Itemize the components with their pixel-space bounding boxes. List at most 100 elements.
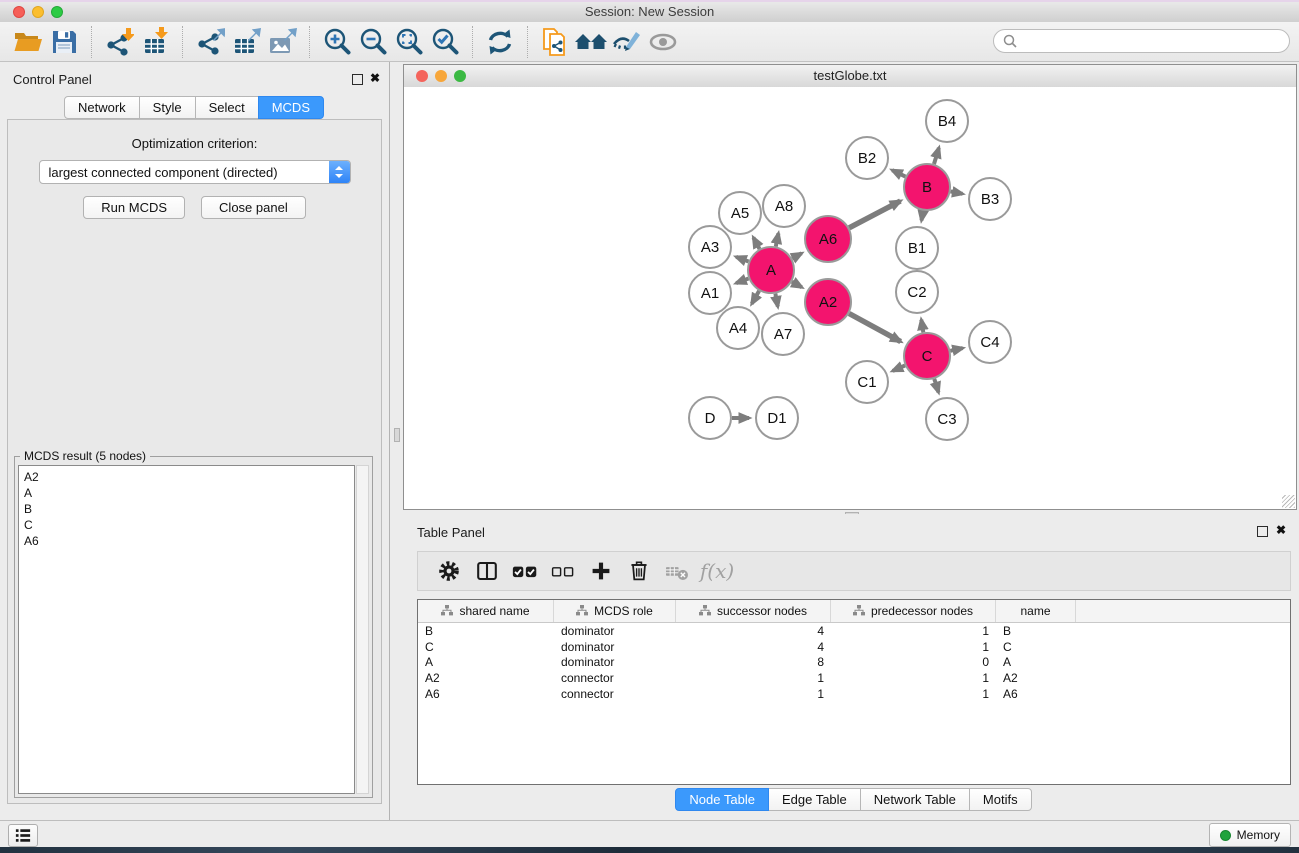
network-from-selection-icon[interactable] bbox=[537, 25, 573, 59]
tab-edge-table[interactable]: Edge Table bbox=[768, 788, 861, 811]
table-cell[interactable]: 1 bbox=[676, 671, 831, 685]
import-table-icon[interactable] bbox=[137, 25, 173, 59]
node-A4[interactable]: A4 bbox=[717, 307, 759, 349]
table-cell[interactable]: A2 bbox=[418, 671, 554, 685]
tab-node-table[interactable]: Node Table bbox=[675, 788, 769, 811]
table-cell[interactable]: 4 bbox=[676, 640, 831, 654]
mcds-result-item[interactable]: A bbox=[24, 485, 349, 501]
export-network-icon[interactable] bbox=[192, 25, 228, 59]
node-C2[interactable]: C2 bbox=[896, 271, 938, 313]
mcds-result-item[interactable]: B bbox=[24, 501, 349, 517]
table-cell[interactable]: dominator bbox=[554, 640, 676, 654]
node-C[interactable]: C bbox=[904, 333, 950, 379]
close-panel-icon[interactable]: ✖ bbox=[370, 71, 380, 85]
task-history-button[interactable] bbox=[8, 824, 38, 847]
search-input[interactable] bbox=[1023, 33, 1280, 49]
node-B[interactable]: B bbox=[904, 164, 950, 210]
column-header-name[interactable]: name bbox=[996, 600, 1076, 622]
node-A2[interactable]: A2 bbox=[805, 279, 851, 325]
node-C4[interactable]: C4 bbox=[969, 321, 1011, 363]
import-network-icon[interactable] bbox=[101, 25, 137, 59]
node-B2[interactable]: B2 bbox=[846, 137, 888, 179]
close-panel-icon[interactable]: ✖ bbox=[1276, 523, 1286, 537]
table-cell[interactable]: A6 bbox=[996, 687, 1076, 701]
window-resize-grip[interactable] bbox=[1282, 495, 1295, 508]
search-field[interactable] bbox=[993, 29, 1290, 53]
eye-icon[interactable] bbox=[645, 25, 681, 59]
node-A6[interactable]: A6 bbox=[805, 216, 851, 262]
column-visibility-icon[interactable] bbox=[468, 556, 506, 586]
node-D1[interactable]: D1 bbox=[756, 397, 798, 439]
refresh-view-icon[interactable] bbox=[482, 25, 518, 59]
mcds-result-item[interactable]: A6 bbox=[24, 533, 349, 549]
column-header-predecessor-nodes[interactable]: predecessor nodes bbox=[831, 600, 996, 622]
tab-network-table[interactable]: Network Table bbox=[860, 788, 970, 811]
table-cell[interactable]: A bbox=[418, 655, 554, 669]
graphics-details-icon[interactable] bbox=[609, 25, 645, 59]
table-row[interactable]: Adominator80A bbox=[418, 654, 1290, 670]
table-cell[interactable]: 1 bbox=[831, 640, 996, 654]
table-cell[interactable]: 1 bbox=[831, 624, 996, 638]
zoom-in-icon[interactable] bbox=[319, 25, 355, 59]
tab-mcds[interactable]: MCDS bbox=[258, 96, 324, 119]
table-cell[interactable]: A6 bbox=[418, 687, 554, 701]
dropdown-stepper-icon[interactable] bbox=[329, 161, 350, 183]
table-cell[interactable]: A2 bbox=[996, 671, 1076, 685]
export-table-icon[interactable] bbox=[228, 25, 264, 59]
delete-column-icon[interactable] bbox=[620, 556, 658, 586]
export-image-icon[interactable] bbox=[264, 25, 300, 59]
criterion-dropdown[interactable]: largest connected component (directed) bbox=[39, 160, 351, 184]
open-session-icon[interactable] bbox=[10, 25, 46, 59]
memory-button[interactable]: Memory bbox=[1209, 823, 1291, 847]
table-cell[interactable]: dominator bbox=[554, 624, 676, 638]
node-A7[interactable]: A7 bbox=[762, 313, 804, 355]
network-graph[interactable]: AA1A2A3A4A5A6A7A8BB1B2B3B4CC1C2C3C4DD1 bbox=[404, 87, 1296, 510]
node-A5[interactable]: A5 bbox=[719, 192, 761, 234]
node-B3[interactable]: B3 bbox=[969, 178, 1011, 220]
table-cell[interactable]: 1 bbox=[831, 687, 996, 701]
deselect-all-icon[interactable] bbox=[544, 556, 582, 586]
table-row[interactable]: A6connector11A6 bbox=[418, 686, 1290, 702]
zoom-selected-icon[interactable] bbox=[427, 25, 463, 59]
homes-icon[interactable] bbox=[573, 25, 609, 59]
table-cell[interactable]: connector bbox=[554, 671, 676, 685]
tab-motifs[interactable]: Motifs bbox=[969, 788, 1032, 811]
node-D[interactable]: D bbox=[689, 397, 731, 439]
zoom-out-icon[interactable] bbox=[355, 25, 391, 59]
mcds-result-list[interactable]: A2ABCA6 bbox=[18, 465, 355, 794]
table-cell[interactable]: C bbox=[996, 640, 1076, 654]
table-cell[interactable]: C bbox=[418, 640, 554, 654]
table-cell[interactable]: connector bbox=[554, 687, 676, 701]
mcds-result-item[interactable]: A2 bbox=[24, 469, 349, 485]
node-B1[interactable]: B1 bbox=[896, 227, 938, 269]
table-cell[interactable]: dominator bbox=[554, 655, 676, 669]
node-A[interactable]: A bbox=[748, 247, 794, 293]
node-C1[interactable]: C1 bbox=[846, 361, 888, 403]
column-header-successor-nodes[interactable]: successor nodes bbox=[676, 600, 831, 622]
mcds-result-item[interactable]: C bbox=[24, 517, 349, 533]
column-header-mcds-role[interactable]: MCDS role bbox=[554, 600, 676, 622]
float-panel-icon[interactable] bbox=[1257, 526, 1268, 537]
network-canvas[interactable]: AA1A2A3A4A5A6A7A8BB1B2B3B4CC1C2C3C4DD1 bbox=[404, 87, 1296, 509]
table-cell[interactable]: B bbox=[996, 624, 1076, 638]
zoom-fit-icon[interactable] bbox=[391, 25, 427, 59]
table-cell[interactable]: B bbox=[418, 624, 554, 638]
select-all-icon[interactable] bbox=[506, 556, 544, 586]
table-row[interactable]: A2connector11A2 bbox=[418, 670, 1290, 686]
table-cell[interactable]: A bbox=[996, 655, 1076, 669]
table-row[interactable]: Cdominator41C bbox=[418, 639, 1290, 655]
tab-network[interactable]: Network bbox=[64, 96, 140, 119]
run-mcds-button[interactable]: Run MCDS bbox=[83, 196, 185, 219]
node-C3[interactable]: C3 bbox=[926, 398, 968, 440]
save-session-icon[interactable] bbox=[46, 25, 82, 59]
node-A1[interactable]: A1 bbox=[689, 272, 731, 314]
tab-select[interactable]: Select bbox=[195, 96, 259, 119]
table-cell[interactable]: 8 bbox=[676, 655, 831, 669]
close-panel-button[interactable]: Close panel bbox=[201, 196, 306, 219]
table-cell[interactable]: 1 bbox=[831, 671, 996, 685]
network-window-titlebar[interactable]: testGlobe.txt bbox=[404, 65, 1296, 88]
node-A3[interactable]: A3 bbox=[689, 226, 731, 268]
result-list-scrollbar[interactable] bbox=[356, 465, 369, 794]
table-cell[interactable]: 4 bbox=[676, 624, 831, 638]
tab-style[interactable]: Style bbox=[139, 96, 196, 119]
